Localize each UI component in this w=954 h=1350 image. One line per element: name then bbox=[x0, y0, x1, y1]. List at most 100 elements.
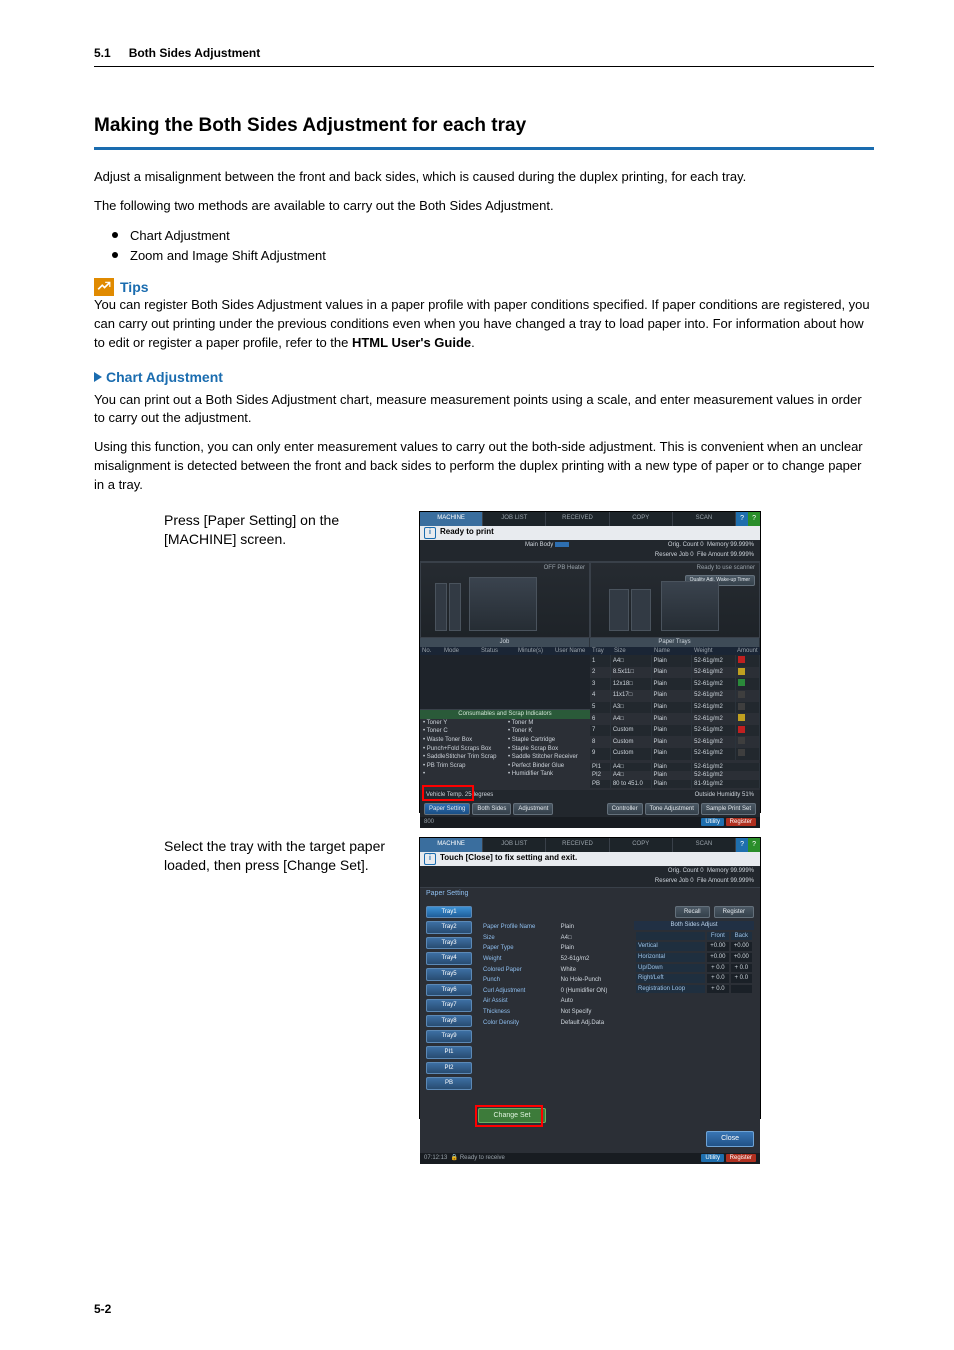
tab-machine[interactable]: MACHINE bbox=[420, 838, 483, 852]
bsa-row: Vertical+0.00+0.00 bbox=[636, 942, 752, 951]
utility-button[interactable]: Utility bbox=[701, 818, 724, 826]
main-body-label: Main Body bbox=[525, 542, 569, 549]
highlight-box bbox=[422, 785, 474, 801]
tray-select-button[interactable]: Tray5 bbox=[426, 968, 472, 981]
pi-row: PB80 to 451.0Plain81-91g/m2 bbox=[590, 780, 760, 789]
highlight-box bbox=[475, 1105, 543, 1127]
triangle-icon bbox=[94, 372, 102, 382]
tray-row[interactable]: 9CustomPlain52-61g/m2 bbox=[590, 748, 760, 760]
both-sides-button[interactable]: Both Sides bbox=[472, 803, 511, 816]
tab-received[interactable]: RECEIVED bbox=[546, 512, 609, 526]
accent-bar bbox=[94, 147, 874, 150]
help-icon[interactable]: ? bbox=[736, 838, 748, 852]
profile-row: Color DensityDefault Adj.Data bbox=[480, 1019, 626, 1028]
consumable-item: • Punch+Fold Scraps Box bbox=[420, 745, 505, 754]
paper-setting-title: Touch [Close] to fix setting and exit. bbox=[440, 854, 577, 863]
tab-job-list[interactable]: JOB LIST bbox=[483, 838, 546, 852]
tray-row[interactable]: 1A4□Plain52-61g/m2 bbox=[590, 655, 760, 667]
help-icon[interactable]: ? bbox=[736, 512, 748, 526]
paper-setting-button[interactable]: Paper Setting bbox=[424, 803, 470, 816]
info-icon[interactable]: ? bbox=[748, 838, 760, 852]
info-badge-icon: i bbox=[424, 853, 436, 865]
tray-row[interactable]: 5A3□Plain52-61g/m2 bbox=[590, 702, 760, 714]
tab-received[interactable]: RECEIVED bbox=[546, 838, 609, 852]
controller-button[interactable]: Controller bbox=[607, 803, 643, 816]
pi-row: PI1A4□Plain52-61g/m2 bbox=[590, 763, 760, 772]
consumable-item: • Perfect Binder Glue bbox=[505, 762, 590, 771]
consumable-item: • Toner Y bbox=[420, 719, 505, 728]
method-item: Chart Adjustment bbox=[112, 226, 874, 246]
consumable-item: • Waste Toner Box bbox=[420, 736, 505, 745]
tray-select-button[interactable]: Tray9 bbox=[426, 1030, 472, 1043]
pi-row: PI2A4□Plain52-61g/m2 bbox=[590, 771, 760, 780]
tab-copy[interactable]: COPY bbox=[610, 838, 673, 852]
machine-screen: MACHINE JOB LIST RECEIVED COPY SCAN ? ? … bbox=[419, 511, 761, 813]
tray-select-button[interactable]: Tray6 bbox=[426, 984, 472, 997]
adjustment-button[interactable]: Adjustment bbox=[513, 803, 553, 816]
consumable-item: • Toner C bbox=[420, 727, 505, 736]
profile-row: Paper Profile NamePlain bbox=[480, 923, 626, 932]
tray-select-button[interactable]: Tray1 bbox=[426, 906, 472, 919]
close-button[interactable]: Close bbox=[706, 1131, 754, 1147]
tray-select-button[interactable]: PB bbox=[426, 1077, 472, 1090]
consumable-item: • Saddle Stitcher Receiver bbox=[505, 753, 590, 762]
tray-select-button[interactable]: Tray4 bbox=[426, 952, 472, 965]
tips-text: You can register Both Sides Adjustment v… bbox=[94, 296, 874, 353]
tray-row[interactable]: 28.5x11□Plain52-61g/m2 bbox=[590, 667, 760, 679]
intro-2: The following two methods are available … bbox=[94, 197, 874, 216]
tray-select-button[interactable]: PI1 bbox=[426, 1046, 472, 1059]
tray-row[interactable]: 411x17□Plain52-61g/m2 bbox=[590, 690, 760, 702]
profile-row: PunchNo Hole-Punch bbox=[480, 976, 626, 985]
section-number: 5.1 bbox=[94, 46, 111, 60]
tray-select-button[interactable]: PI2 bbox=[426, 1062, 472, 1075]
tray-row[interactable]: 6A4□Plain52-61g/m2 bbox=[590, 713, 760, 725]
register-button[interactable]: Register bbox=[726, 818, 756, 826]
subheading-chart-adjustment: Chart Adjustment bbox=[94, 369, 874, 385]
bsa-row: Registration Loop+ 0.0 bbox=[636, 985, 752, 994]
tab-job-list[interactable]: JOB LIST bbox=[483, 512, 546, 526]
tray-row[interactable]: 312x18□Plain52-61g/m2 bbox=[590, 678, 760, 690]
profile-row: ThicknessNot Specify bbox=[480, 1008, 626, 1017]
tray-select-button[interactable]: Tray8 bbox=[426, 1015, 472, 1028]
profile-row: Paper TypePlain bbox=[480, 944, 626, 953]
consumable-item: • Toner M bbox=[505, 719, 590, 728]
bsa-head: Both Sides Adjust bbox=[634, 921, 754, 930]
profile-row: Air AssistAuto bbox=[480, 997, 626, 1006]
bsa-row: Horizontal+0.00+0.00 bbox=[636, 953, 752, 962]
tray-select-button[interactable]: Tray3 bbox=[426, 937, 472, 950]
register-button[interactable]: Register bbox=[726, 1154, 756, 1162]
sample-print-button[interactable]: Sample Print Set bbox=[701, 803, 756, 816]
tab-copy[interactable]: COPY bbox=[610, 512, 673, 526]
profile-row: Colored PaperWhite bbox=[480, 966, 626, 975]
tone-adj-button[interactable]: Tone Adjustment bbox=[645, 803, 699, 816]
tips-label: Tips bbox=[120, 279, 149, 295]
consumable-item: • bbox=[420, 770, 505, 779]
paper-setting-screen: MACHINE JOB LIST RECEIVED COPY SCAN ? ? … bbox=[419, 837, 761, 1119]
tab-scan[interactable]: SCAN bbox=[673, 838, 736, 852]
step-2-text: Select the tray with the target paper lo… bbox=[94, 837, 399, 1119]
consumable-item: • Toner K bbox=[505, 727, 590, 736]
tray-row[interactable]: 7CustomPlain52-61g/m2 bbox=[590, 725, 760, 737]
info-badge-icon: i bbox=[424, 527, 436, 539]
register-button[interactable]: Register bbox=[714, 906, 754, 919]
tips-icon bbox=[94, 278, 114, 296]
section-title: Both Sides Adjustment bbox=[129, 46, 261, 60]
consumable-item: • Humidifier Tank bbox=[505, 770, 590, 779]
recall-button[interactable]: Recall bbox=[675, 906, 710, 919]
consumable-item: • PB Trim Scrap bbox=[420, 762, 505, 771]
info-icon[interactable]: ? bbox=[748, 512, 760, 526]
bsa-row: Right/Left+ 0.0+ 0.0 bbox=[636, 974, 752, 983]
paper-setting-label: Paper Setting bbox=[420, 888, 760, 900]
utility-button[interactable]: Utility bbox=[701, 1154, 724, 1162]
ready-scan-label: Ready to use scanner bbox=[697, 565, 755, 572]
tray-row[interactable]: 8CustomPlain52-61g/m2 bbox=[590, 736, 760, 748]
method-item: Zoom and Image Shift Adjustment bbox=[112, 246, 874, 266]
chart-para-1: You can print out a Both Sides Adjustmen… bbox=[94, 391, 874, 429]
consumable-item: • Staple Scrap Box bbox=[505, 745, 590, 754]
tray-select-button[interactable]: Tray2 bbox=[426, 921, 472, 934]
intro-1: Adjust a misalignment between the front … bbox=[94, 168, 874, 187]
tab-scan[interactable]: SCAN bbox=[673, 512, 736, 526]
consumable-item: • Staple Cartridge bbox=[505, 736, 590, 745]
tray-select-button[interactable]: Tray7 bbox=[426, 999, 472, 1012]
tab-machine[interactable]: MACHINE bbox=[420, 512, 483, 526]
